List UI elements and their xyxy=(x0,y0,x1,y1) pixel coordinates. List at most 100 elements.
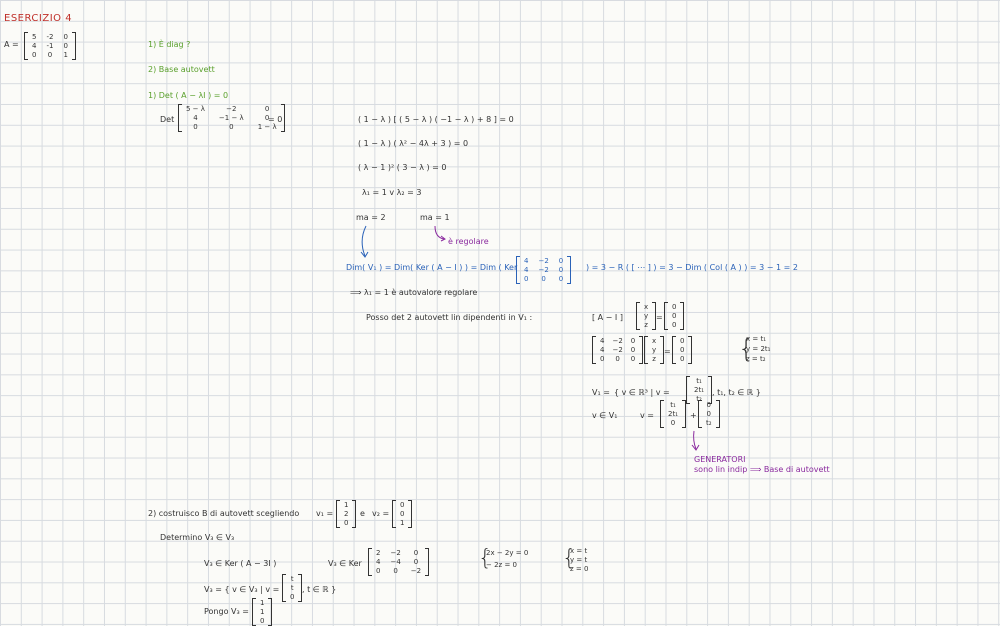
matrix-entry: 5 xyxy=(32,33,37,41)
equals-sign: = xyxy=(656,313,663,322)
v3-set-right: , t ∈ ℝ } xyxy=(302,585,337,594)
matrix-entry: t₁ xyxy=(670,401,676,409)
matrix-entry: 0 xyxy=(558,275,564,283)
matrix-entry: 0 xyxy=(47,51,53,59)
equals-sign-2: = xyxy=(664,347,671,356)
matrix-entry: y xyxy=(652,346,657,354)
v3-set-left: V₃ = { v ∈ V₃ | v = xyxy=(204,585,280,594)
matrix-entry: −1 − λ xyxy=(218,114,244,122)
v2-vec-label: v₂ = xyxy=(372,509,390,518)
calc-line-2: ( 1 − λ ) ( λ² − 4λ + 3 ) = 0 xyxy=(358,139,469,148)
matrix-entry: 0 xyxy=(290,593,295,601)
matrix-entry: −2 xyxy=(226,105,237,113)
matrix-entry: 4 xyxy=(32,42,37,50)
calc-line-3: ( λ − 1 )² ( 3 − λ ) = 0 xyxy=(358,163,447,172)
matrix-entry: 0 xyxy=(680,355,685,363)
xyz-vector: xyz xyxy=(636,302,657,330)
matrix-entry: x xyxy=(644,303,649,311)
matrix-entry: 0 xyxy=(615,355,620,363)
matrix-entry: 0 xyxy=(680,346,685,354)
matrix-entry: 1 xyxy=(260,599,265,607)
matrix-entry: 0 xyxy=(193,123,198,131)
v3-ker-text: V₃ ∈ Ker ( A − 3I ) xyxy=(204,559,277,568)
and-text: e xyxy=(360,509,365,518)
matrix-entry: 4 xyxy=(376,558,381,566)
zero-vector: 000 xyxy=(664,302,685,330)
matrix-entry: 0 xyxy=(670,419,676,427)
xyz-vector-2: xyz xyxy=(644,336,665,364)
matrix-entry: 1 xyxy=(260,608,265,616)
matrix-entry: 0 xyxy=(260,617,265,625)
generatori-text: sono lin indip ⟹ Base di autovett xyxy=(694,465,830,474)
matrix-entry: −2 xyxy=(538,266,549,274)
matrix-entry: 2 xyxy=(376,549,381,557)
matrix-entry: 0 xyxy=(63,33,68,41)
dim-left: Dim( V₁ ) = Dim( Ker ( A − I ) ) = Dim (… xyxy=(346,263,518,272)
matrix-entry: 0 xyxy=(706,410,712,418)
regolare-note: è regolare xyxy=(448,237,489,246)
matrix-entry: z xyxy=(652,355,656,363)
matrix-entry: 0 xyxy=(706,401,712,409)
matrix-entry: 0 xyxy=(600,355,605,363)
matrix-entry: 4 xyxy=(600,337,605,345)
matrix-entry: 0 xyxy=(672,312,677,320)
a-minus-i-label: [ A − I ] xyxy=(592,313,623,322)
dim-matrix: 4 −2 0 4 −2 0 000 xyxy=(516,256,572,284)
matrix-entry: 0 xyxy=(413,558,419,566)
system-1-eq1: x = t₁ xyxy=(746,335,767,343)
ker-matrix: 2 −2 0 4 −4 0 0 0 −2 xyxy=(368,548,430,576)
matrix-entry: 1 xyxy=(400,519,405,527)
matrix-entry: t₂ xyxy=(706,419,712,427)
matrix-entry: -1 xyxy=(46,42,54,50)
matrix-entry: 0 xyxy=(524,275,529,283)
matrix-entry: −2 xyxy=(612,337,623,345)
arrow-down-icon xyxy=(360,225,369,258)
matrix-entry: 0 xyxy=(344,519,349,527)
matrix-entry: 2t₁ xyxy=(694,386,705,394)
system-1-eq2: y = 2t₁ xyxy=(746,345,771,353)
matrix-entry: 0 xyxy=(32,51,37,59)
v3-ker-text-2: V₃ ∈ Ker xyxy=(328,559,362,568)
ma-1: ma = 2 xyxy=(356,213,386,222)
matrix-entry: 0 xyxy=(672,321,677,329)
calc-line-1: ( 1 − λ ) [ ( 5 − λ ) ( −1 − λ ) + 8 ] =… xyxy=(358,115,514,124)
matrix-entry: 2 xyxy=(344,510,349,518)
matrix-entry: 0 xyxy=(672,303,677,311)
matrix-entry: 0 xyxy=(541,275,546,283)
generatori-title: GENERATORI xyxy=(694,455,746,464)
matrix-entry: −4 xyxy=(390,558,401,566)
matrix-entry: −2 xyxy=(390,549,401,557)
matrix-entry: 0 xyxy=(63,42,68,50)
matrix-entry: z xyxy=(644,321,648,329)
matrix-entry: −2 xyxy=(612,346,623,354)
matrix-entry: 0 xyxy=(630,346,636,354)
arrow-curve-icon xyxy=(434,225,446,242)
matrix-entry: −2 xyxy=(538,257,549,265)
matrix-entry: 0 xyxy=(229,123,234,131)
matrix-entry: 1 − λ xyxy=(257,123,277,131)
m-matrix: 4 −2 0 4 −2 0 000 xyxy=(592,336,644,364)
v1-set-left: { v ∈ ℝ³ | v = xyxy=(614,388,670,397)
matrix-entry: 2t₁ xyxy=(668,410,679,418)
page-title: ESERCIZIO 4 xyxy=(4,13,73,24)
pongo-vector: 110 xyxy=(252,598,273,626)
system-1-eq3: z = t₂ xyxy=(746,355,766,363)
matrix-entry: y xyxy=(644,312,649,320)
matrix-entry: 0 xyxy=(558,266,564,274)
part1-header: 1) Det ( A − λI ) = 0 xyxy=(148,91,229,100)
ma-2: ma = 1 xyxy=(420,213,450,222)
plus-sign: + xyxy=(690,411,697,420)
det-equals: = 0 xyxy=(268,115,283,124)
v2-chosen-vector: 001 xyxy=(392,500,413,528)
det-label: Det xyxy=(160,115,175,124)
v-equals: v = xyxy=(640,411,654,420)
matrix-entry: x xyxy=(652,337,657,345)
v1-chosen-vector: 120 xyxy=(336,500,357,528)
determino-text: Determino V₃ ∈ V₃ xyxy=(160,533,235,542)
matrix-entry: t xyxy=(290,575,294,583)
matrix-entry: 0 xyxy=(413,549,419,557)
matrix-entry: 1 xyxy=(344,501,349,509)
v1-label: V₁ = xyxy=(592,388,610,397)
matrix-entry: 0 xyxy=(680,337,685,345)
matrix-a-label: A = xyxy=(4,40,19,49)
